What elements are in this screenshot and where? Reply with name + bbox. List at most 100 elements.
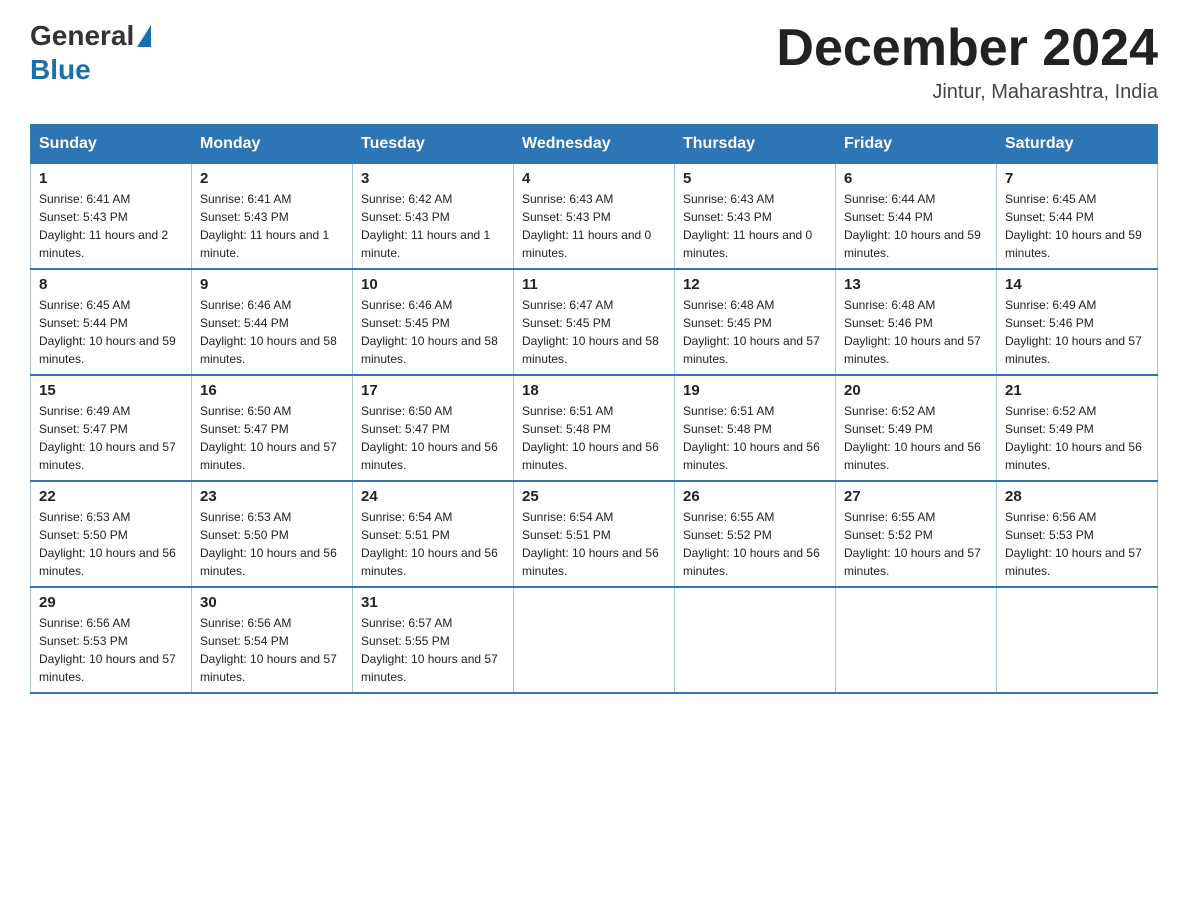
- day-number: 4: [522, 170, 666, 187]
- day-info: Sunrise: 6:52 AMSunset: 5:49 PMDaylight:…: [844, 402, 988, 474]
- day-number: 5: [683, 170, 827, 187]
- calendar-week-row-4: 22 Sunrise: 6:53 AMSunset: 5:50 PMDayligh…: [31, 481, 1158, 587]
- calendar-cell: [997, 587, 1158, 693]
- day-number: 8: [39, 276, 183, 293]
- day-info: Sunrise: 6:45 AMSunset: 5:44 PMDaylight:…: [1005, 190, 1149, 262]
- day-info: Sunrise: 6:53 AMSunset: 5:50 PMDaylight:…: [200, 508, 344, 580]
- day-info: Sunrise: 6:47 AMSunset: 5:45 PMDaylight:…: [522, 296, 666, 368]
- calendar-cell: 17 Sunrise: 6:50 AMSunset: 5:47 PMDayligh…: [353, 375, 514, 481]
- calendar-cell: 21 Sunrise: 6:52 AMSunset: 5:49 PMDayligh…: [997, 375, 1158, 481]
- location-subtitle: Jintur, Maharashtra, India: [776, 81, 1158, 104]
- calendar-cell: 15 Sunrise: 6:49 AMSunset: 5:47 PMDayligh…: [31, 375, 192, 481]
- header-wednesday: Wednesday: [514, 125, 675, 164]
- calendar-cell: 1Sunrise: 6:41 AMSunset: 5:43 PMDaylight…: [31, 164, 192, 270]
- calendar-cell: 29 Sunrise: 6:56 AMSunset: 5:53 PMDayligh…: [31, 587, 192, 693]
- calendar-cell: 27 Sunrise: 6:55 AMSunset: 5:52 PMDayligh…: [836, 481, 997, 587]
- header-tuesday: Tuesday: [353, 125, 514, 164]
- day-number: 27: [844, 488, 988, 505]
- calendar-cell: 18 Sunrise: 6:51 AMSunset: 5:48 PMDayligh…: [514, 375, 675, 481]
- day-info: Sunrise: 6:54 AMSunset: 5:51 PMDaylight:…: [361, 508, 505, 580]
- day-number: 21: [1005, 382, 1149, 399]
- calendar-cell: 13Sunrise: 6:48 AMSunset: 5:46 PMDayligh…: [836, 269, 997, 375]
- calendar-cell: 10 Sunrise: 6:46 AMSunset: 5:45 PMDayligh…: [353, 269, 514, 375]
- month-title: December 2024: [776, 20, 1158, 77]
- calendar-cell: 25 Sunrise: 6:54 AMSunset: 5:51 PMDayligh…: [514, 481, 675, 587]
- day-info: Sunrise: 6:51 AMSunset: 5:48 PMDaylight:…: [522, 402, 666, 474]
- day-number: 10: [361, 276, 505, 293]
- calendar-week-row-5: 29 Sunrise: 6:56 AMSunset: 5:53 PMDayligh…: [31, 587, 1158, 693]
- day-info: Sunrise: 6:52 AMSunset: 5:49 PMDaylight:…: [1005, 402, 1149, 474]
- logo-general-text: General: [30, 20, 134, 52]
- calendar-cell: 24 Sunrise: 6:54 AMSunset: 5:51 PMDayligh…: [353, 481, 514, 587]
- day-number: 9: [200, 276, 344, 293]
- day-number: 6: [844, 170, 988, 187]
- day-info: Sunrise: 6:56 AMSunset: 5:54 PMDaylight:…: [200, 614, 344, 686]
- day-info: Sunrise: 6:49 AMSunset: 5:46 PMDaylight:…: [1005, 296, 1149, 368]
- calendar-cell: 5 Sunrise: 6:43 AMSunset: 5:43 PMDaylight…: [675, 164, 836, 270]
- day-info: Sunrise: 6:44 AMSunset: 5:44 PMDaylight:…: [844, 190, 988, 262]
- calendar-cell: 12Sunrise: 6:48 AMSunset: 5:45 PMDayligh…: [675, 269, 836, 375]
- calendar-cell: 8 Sunrise: 6:45 AMSunset: 5:44 PMDaylight…: [31, 269, 192, 375]
- day-number: 22: [39, 488, 183, 505]
- calendar-cell: 20 Sunrise: 6:52 AMSunset: 5:49 PMDayligh…: [836, 375, 997, 481]
- calendar-cell: 4Sunrise: 6:43 AMSunset: 5:43 PMDaylight…: [514, 164, 675, 270]
- calendar-cell: 16 Sunrise: 6:50 AMSunset: 5:47 PMDayligh…: [192, 375, 353, 481]
- day-number: 23: [200, 488, 344, 505]
- day-number: 15: [39, 382, 183, 399]
- calendar-cell: [514, 587, 675, 693]
- day-number: 24: [361, 488, 505, 505]
- calendar-cell: 14 Sunrise: 6:49 AMSunset: 5:46 PMDayligh…: [997, 269, 1158, 375]
- day-info: Sunrise: 6:55 AMSunset: 5:52 PMDaylight:…: [844, 508, 988, 580]
- day-number: 7: [1005, 170, 1149, 187]
- logo-triangle-icon: [137, 25, 151, 47]
- title-block: December 2024 Jintur, Maharashtra, India: [776, 20, 1158, 104]
- calendar-cell: 22 Sunrise: 6:53 AMSunset: 5:50 PMDayligh…: [31, 481, 192, 587]
- calendar-cell: 9 Sunrise: 6:46 AMSunset: 5:44 PMDaylight…: [192, 269, 353, 375]
- day-number: 18: [522, 382, 666, 399]
- header-sunday: Sunday: [31, 125, 192, 164]
- day-info: Sunrise: 6:41 AMSunset: 5:43 PMDaylight:…: [200, 190, 344, 262]
- calendar-cell: 28Sunrise: 6:56 AMSunset: 5:53 PMDayligh…: [997, 481, 1158, 587]
- day-info: Sunrise: 6:46 AMSunset: 5:44 PMDaylight:…: [200, 296, 344, 368]
- calendar-cell: 26Sunrise: 6:55 AMSunset: 5:52 PMDayligh…: [675, 481, 836, 587]
- calendar-cell: [836, 587, 997, 693]
- calendar-cell: 19Sunrise: 6:51 AMSunset: 5:48 PMDayligh…: [675, 375, 836, 481]
- day-number: 20: [844, 382, 988, 399]
- day-number: 17: [361, 382, 505, 399]
- day-number: 14: [1005, 276, 1149, 293]
- day-info: Sunrise: 6:49 AMSunset: 5:47 PMDaylight:…: [39, 402, 183, 474]
- day-number: 31: [361, 594, 505, 611]
- calendar-cell: 23 Sunrise: 6:53 AMSunset: 5:50 PMDayligh…: [192, 481, 353, 587]
- day-number: 29: [39, 594, 183, 611]
- day-info: Sunrise: 6:53 AMSunset: 5:50 PMDaylight:…: [39, 508, 183, 580]
- day-info: Sunrise: 6:45 AMSunset: 5:44 PMDaylight:…: [39, 296, 183, 368]
- calendar-cell: 3 Sunrise: 6:42 AMSunset: 5:43 PMDaylight…: [353, 164, 514, 270]
- day-info: Sunrise: 6:54 AMSunset: 5:51 PMDaylight:…: [522, 508, 666, 580]
- day-number: 25: [522, 488, 666, 505]
- header-friday: Friday: [836, 125, 997, 164]
- calendar-week-row-2: 8 Sunrise: 6:45 AMSunset: 5:44 PMDaylight…: [31, 269, 1158, 375]
- day-info: Sunrise: 6:46 AMSunset: 5:45 PMDaylight:…: [361, 296, 505, 368]
- day-info: Sunrise: 6:43 AMSunset: 5:43 PMDaylight:…: [683, 190, 827, 262]
- day-number: 16: [200, 382, 344, 399]
- calendar-cell: 2Sunrise: 6:41 AMSunset: 5:43 PMDaylight…: [192, 164, 353, 270]
- day-number: 3: [361, 170, 505, 187]
- day-info: Sunrise: 6:50 AMSunset: 5:47 PMDaylight:…: [200, 402, 344, 474]
- day-number: 28: [1005, 488, 1149, 505]
- calendar-week-row-3: 15 Sunrise: 6:49 AMSunset: 5:47 PMDayligh…: [31, 375, 1158, 481]
- header-saturday: Saturday: [997, 125, 1158, 164]
- day-info: Sunrise: 6:50 AMSunset: 5:47 PMDaylight:…: [361, 402, 505, 474]
- day-info: Sunrise: 6:55 AMSunset: 5:52 PMDaylight:…: [683, 508, 827, 580]
- day-number: 13: [844, 276, 988, 293]
- day-info: Sunrise: 6:42 AMSunset: 5:43 PMDaylight:…: [361, 190, 505, 262]
- day-number: 19: [683, 382, 827, 399]
- calendar-cell: 11 Sunrise: 6:47 AMSunset: 5:45 PMDayligh…: [514, 269, 675, 375]
- header-thursday: Thursday: [675, 125, 836, 164]
- logo: General Blue: [30, 20, 152, 86]
- calendar-cell: 30Sunrise: 6:56 AMSunset: 5:54 PMDayligh…: [192, 587, 353, 693]
- day-info: Sunrise: 6:57 AMSunset: 5:55 PMDaylight:…: [361, 614, 505, 686]
- calendar-cell: 7 Sunrise: 6:45 AMSunset: 5:44 PMDaylight…: [997, 164, 1158, 270]
- day-info: Sunrise: 6:56 AMSunset: 5:53 PMDaylight:…: [39, 614, 183, 686]
- day-number: 1: [39, 170, 183, 187]
- day-number: 11: [522, 276, 666, 293]
